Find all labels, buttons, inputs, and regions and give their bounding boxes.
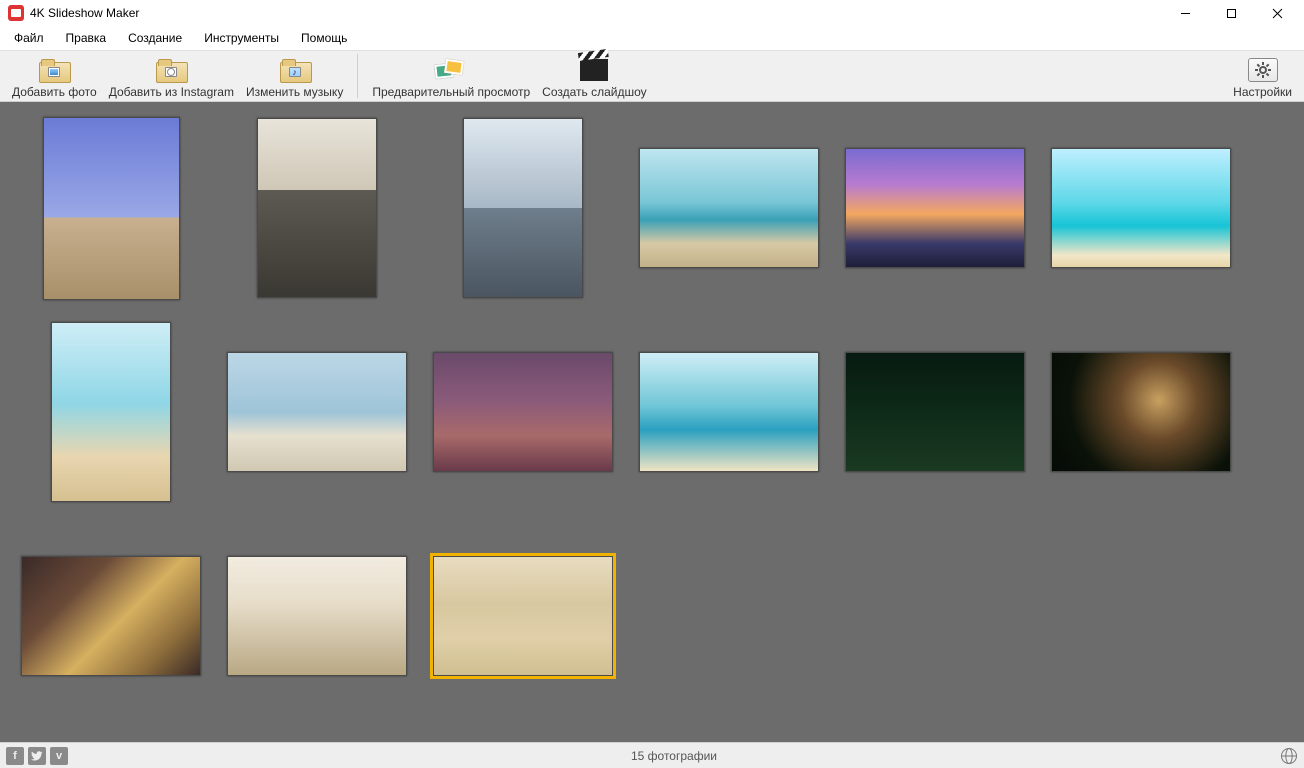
thumbnail-image: [43, 117, 180, 300]
thumbnail[interactable]: [8, 514, 214, 718]
preview-icon: [435, 58, 467, 82]
toolbar-separator: [357, 54, 358, 98]
thumbnail[interactable]: [1038, 106, 1244, 310]
facebook-icon[interactable]: f: [6, 747, 24, 765]
clapperboard-icon: [580, 59, 608, 81]
thumbnail-image: [845, 148, 1025, 268]
thumbnail[interactable]: [214, 310, 420, 514]
thumbnail[interactable]: [8, 106, 214, 310]
thumbnail-image: [639, 148, 819, 268]
social-links: f v: [6, 747, 68, 765]
add-photo-button[interactable]: Добавить фото: [6, 55, 103, 101]
settings-button[interactable]: Настройки: [1227, 55, 1298, 101]
thumbnail-image: [433, 352, 613, 472]
thumbnail-image: [433, 556, 613, 676]
thumbnail-image: [639, 352, 819, 472]
add-instagram-button[interactable]: Добавить из Instagram: [103, 55, 240, 101]
folder-music-icon: [280, 59, 310, 81]
maximize-button[interactable]: [1208, 0, 1254, 26]
change-music-label: Изменить музыку: [246, 85, 343, 99]
preview-button[interactable]: Предварительный просмотр: [366, 55, 536, 101]
thumbnail[interactable]: [1038, 310, 1244, 514]
thumbnail[interactable]: [420, 310, 626, 514]
menu-edit[interactable]: Правка: [56, 28, 117, 48]
settings-label: Настройки: [1233, 85, 1292, 99]
maximize-icon: [1226, 8, 1237, 19]
workspace[interactable]: [0, 102, 1304, 742]
status-count: 15 фотографии: [68, 749, 1280, 763]
thumbnail-image: [463, 118, 583, 298]
folder-photo-icon: [39, 59, 69, 81]
thumbnail-image: [227, 556, 407, 676]
status-bar: f v 15 фотографии: [0, 742, 1304, 768]
menu-help[interactable]: Помощь: [291, 28, 357, 48]
minimize-button[interactable]: [1162, 0, 1208, 26]
title-bar: 4K Slideshow Maker: [0, 0, 1304, 26]
thumbnail[interactable]: [8, 310, 214, 514]
change-music-button[interactable]: Изменить музыку: [240, 55, 349, 101]
folder-instagram-icon: [156, 59, 186, 81]
minimize-icon: [1180, 8, 1191, 19]
menu-file[interactable]: Файл: [4, 28, 54, 48]
thumbnail-image: [1051, 352, 1231, 472]
vimeo-icon[interactable]: v: [50, 747, 68, 765]
language-button[interactable]: [1280, 747, 1298, 765]
thumbnail-image: [845, 352, 1025, 472]
close-button[interactable]: [1254, 0, 1300, 26]
thumbnail-image: [227, 352, 407, 472]
menu-bar: Файл Правка Создание Инструменты Помощь: [0, 26, 1304, 50]
menu-tools[interactable]: Инструменты: [194, 28, 289, 48]
twitter-icon[interactable]: [28, 747, 46, 765]
thumbnail[interactable]: [214, 514, 420, 718]
preview-label: Предварительный просмотр: [372, 85, 530, 99]
thumbnail[interactable]: [832, 310, 1038, 514]
thumbnail-image: [1051, 148, 1231, 268]
window-title: 4K Slideshow Maker: [30, 6, 139, 20]
toolbar: Добавить фото Добавить из Instagram Изме…: [0, 50, 1304, 102]
thumbnail[interactable]: [420, 106, 626, 310]
settings-icon: [1248, 58, 1278, 82]
add-photo-label: Добавить фото: [12, 85, 97, 99]
thumbnail[interactable]: [214, 106, 420, 310]
thumbnail[interactable]: [832, 106, 1038, 310]
add-instagram-label: Добавить из Instagram: [109, 85, 234, 99]
thumbnail-image: [257, 118, 377, 298]
menu-create[interactable]: Создание: [118, 28, 192, 48]
thumbnail[interactable]: [420, 514, 626, 718]
thumbnail[interactable]: [626, 310, 832, 514]
app-icon: [8, 5, 24, 21]
create-slideshow-label: Создать слайдшоу: [542, 85, 646, 99]
thumbnail[interactable]: [626, 106, 832, 310]
thumbnail-image: [21, 556, 201, 676]
create-slideshow-button[interactable]: Создать слайдшоу: [536, 55, 652, 101]
thumbnail-image: [51, 322, 171, 502]
close-icon: [1272, 8, 1283, 19]
globe-icon: [1280, 747, 1298, 765]
